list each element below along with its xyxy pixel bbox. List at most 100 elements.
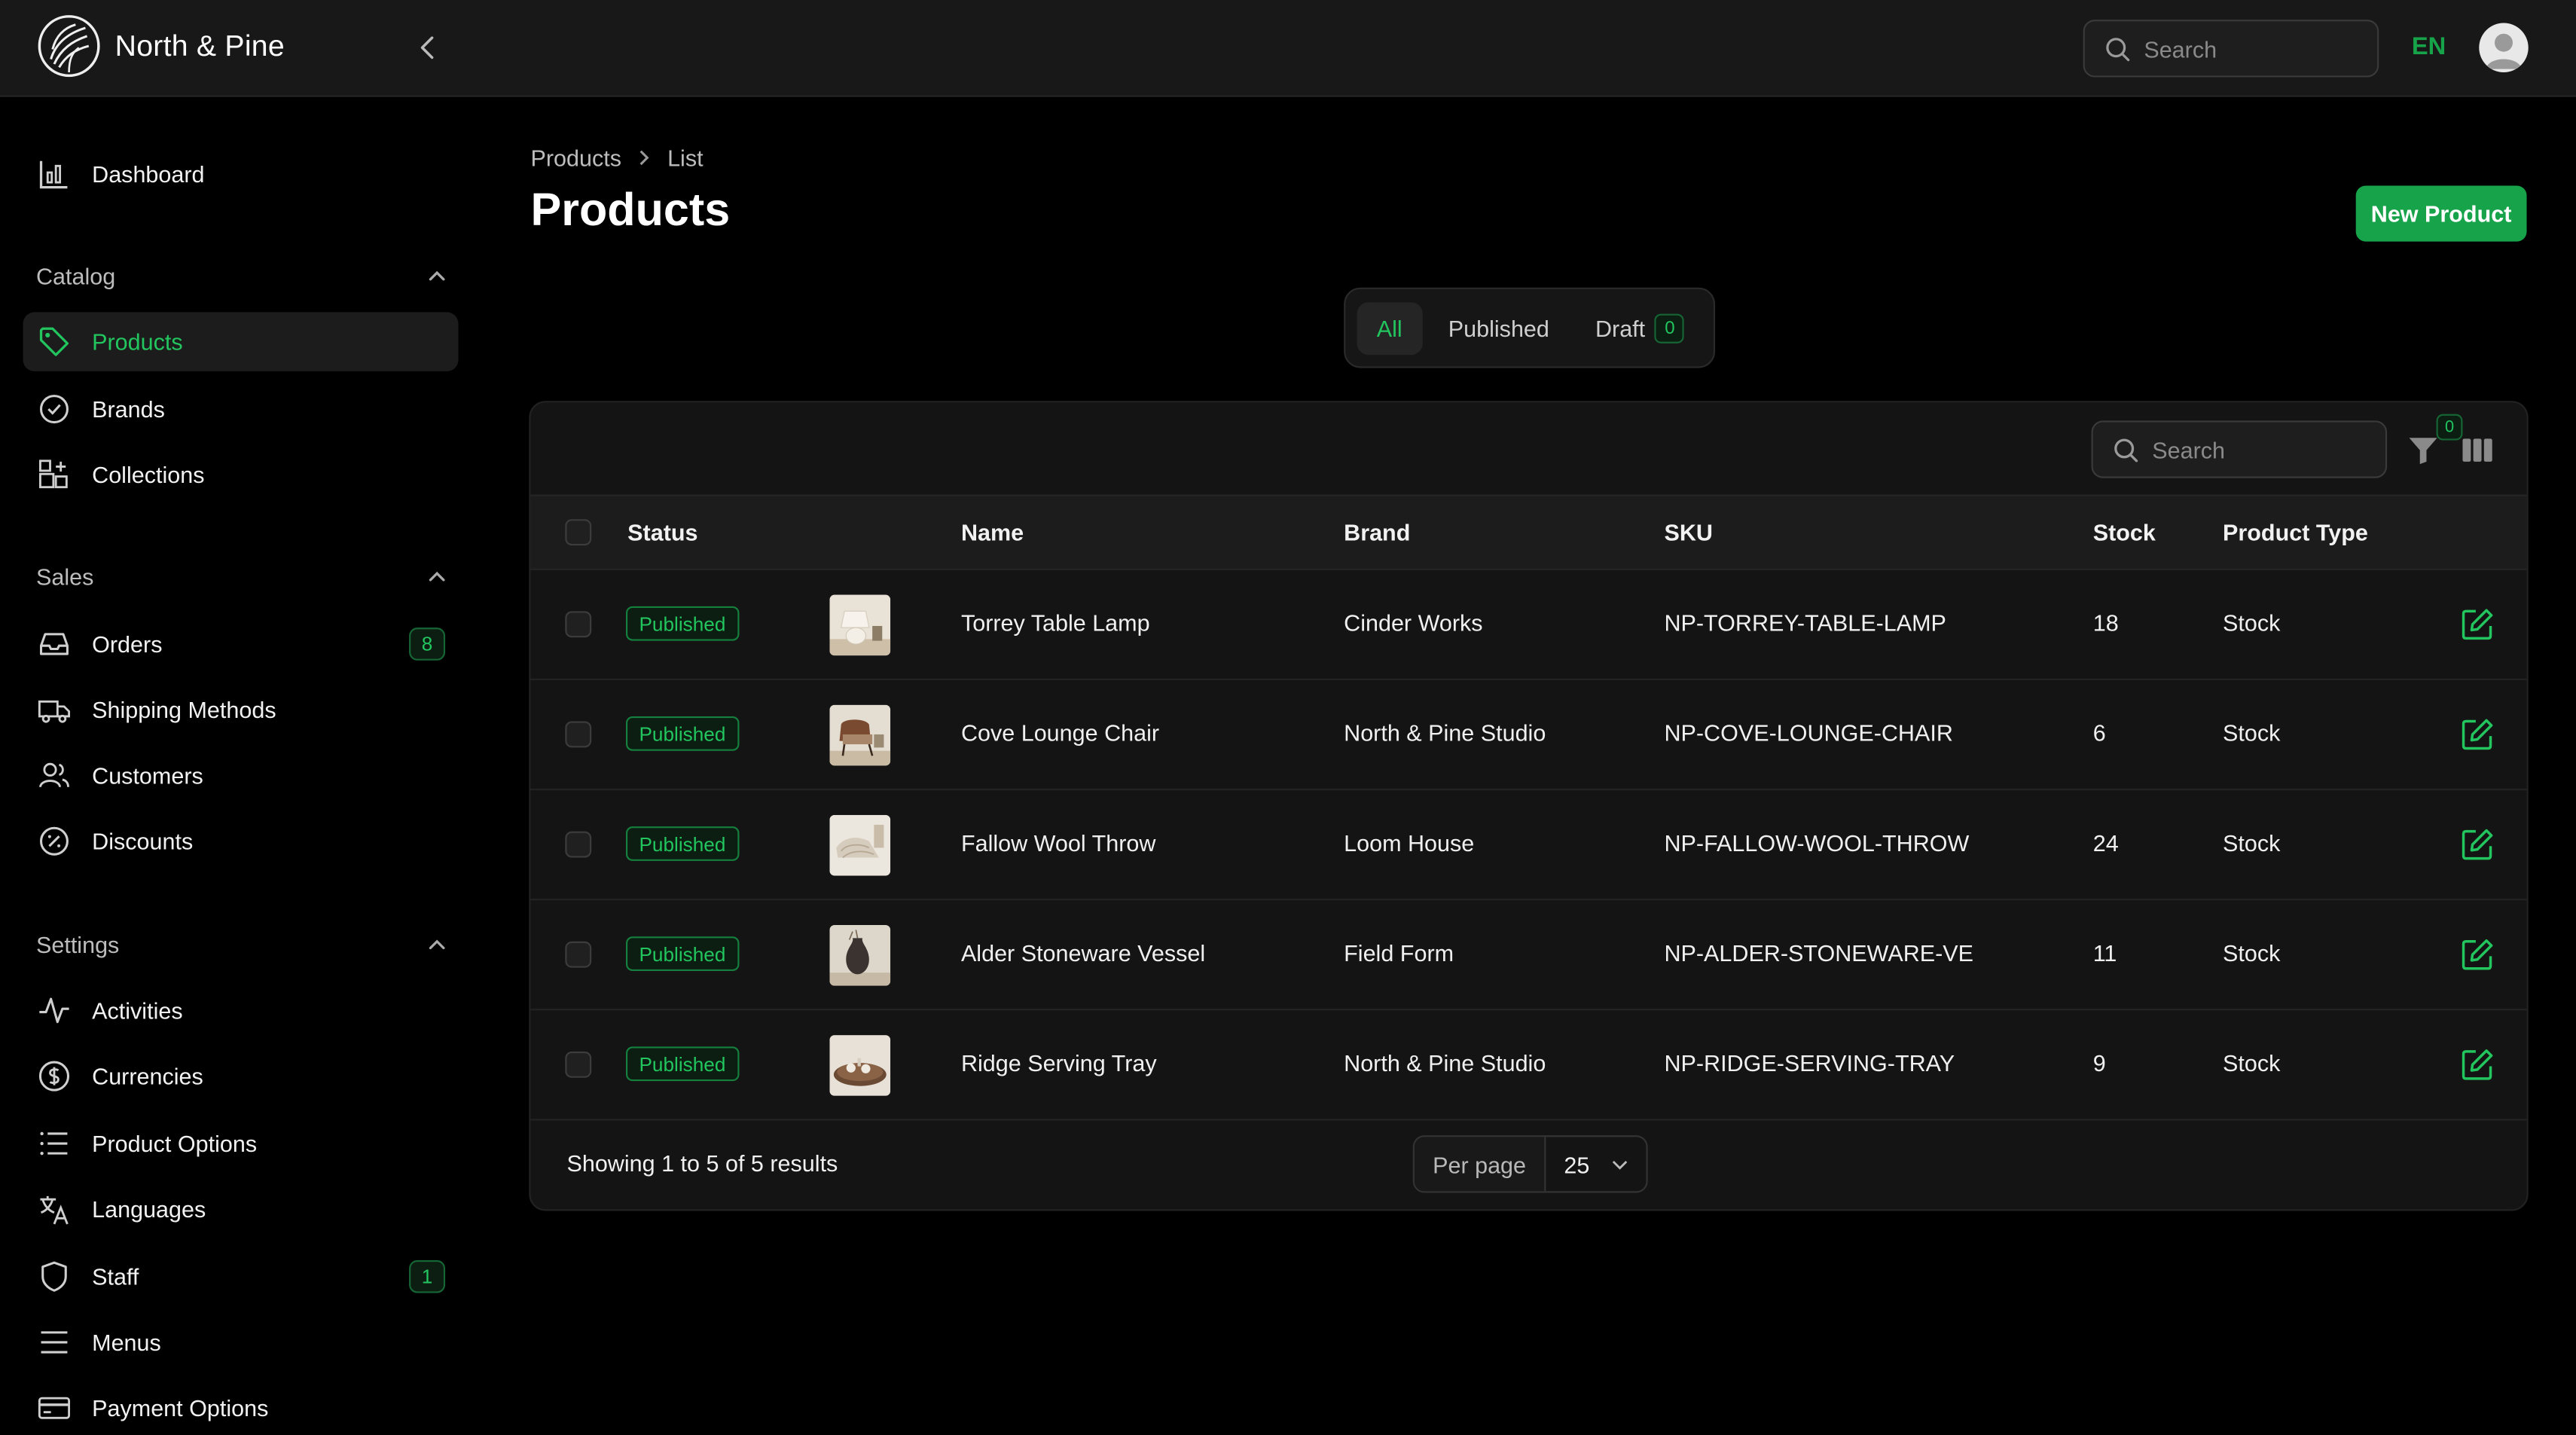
- brand[interactable]: North & Pine: [36, 13, 285, 78]
- orders-count-badge: 8: [409, 627, 446, 661]
- sidebar-item-label: Activities: [92, 997, 183, 1024]
- product-sku: NP-ALDER-STONEWARE-VE: [1664, 939, 1974, 966]
- group-settings-toggle[interactable]: Settings: [36, 928, 447, 961]
- staff-count-badge: 1: [409, 1259, 446, 1293]
- sidebar-item-orders[interactable]: Orders 8: [23, 615, 459, 674]
- edit-icon[interactable]: [2459, 936, 2495, 972]
- product-name[interactable]: Fallow Wool Throw: [961, 829, 1156, 856]
- product-type: Stock: [2223, 1049, 2281, 1076]
- status-badge: Published: [625, 606, 739, 641]
- edit-icon[interactable]: [2459, 606, 2495, 643]
- sidebar-item-languages[interactable]: Languages: [23, 1180, 459, 1239]
- product-name[interactable]: Torrey Table Lamp: [961, 609, 1150, 636]
- users-icon: [36, 757, 72, 793]
- sidebar-item-shipping-methods[interactable]: Shipping Methods: [23, 680, 459, 740]
- product-name[interactable]: Alder Stoneware Vessel: [961, 940, 1205, 966]
- sidebar-item-label: Menus: [92, 1329, 161, 1356]
- sidebar-item-payment-options[interactable]: Payment Options: [23, 1379, 459, 1435]
- columns-icon[interactable]: [2461, 434, 2494, 467]
- breadcrumb-products-link[interactable]: Products: [530, 145, 621, 171]
- product-sku: NP-COVE-LOUNGE-CHAIR: [1664, 719, 1953, 747]
- search-icon: [2114, 438, 2138, 462]
- sidebar-item-label: Brands: [92, 395, 165, 423]
- product-type: Stock: [2223, 609, 2281, 637]
- column-header-sku[interactable]: SKU: [1664, 519, 1712, 545]
- product-name[interactable]: Ridge Serving Tray: [961, 1050, 1157, 1076]
- row-checkbox[interactable]: [565, 611, 592, 638]
- edit-icon[interactable]: [2459, 1046, 2495, 1082]
- sidebar-item-discounts[interactable]: Discounts: [23, 811, 459, 871]
- product-thumbnail-chair: [829, 704, 891, 766]
- tab-draft[interactable]: Draft 0: [1576, 301, 1705, 354]
- per-page-selected: 25: [1564, 1150, 1590, 1177]
- status-tabs: All Published Draft 0: [1344, 287, 1716, 368]
- sidebar-item-product-options[interactable]: Product Options: [23, 1114, 459, 1174]
- sidebar-item-activities[interactable]: Activities: [23, 981, 459, 1040]
- filter-count-badge: 0: [2436, 414, 2463, 441]
- sidebar-item-label: Languages: [92, 1195, 206, 1223]
- sidebar-item-label: Collections: [92, 461, 205, 488]
- row-checkbox[interactable]: [565, 721, 592, 748]
- row-checkbox[interactable]: [565, 1051, 592, 1078]
- chevron-up-icon: [429, 939, 445, 950]
- tab-all[interactable]: All: [1357, 301, 1422, 355]
- product-stock: 24: [2092, 829, 2119, 856]
- table-row[interactable]: Published Cove Lounge Chair North & Pine…: [530, 680, 2527, 791]
- dollar-circle-icon: [36, 1058, 72, 1095]
- language-switcher[interactable]: EN: [2412, 33, 2446, 61]
- filter-icon[interactable]: [2407, 434, 2440, 467]
- global-search[interactable]: [2083, 20, 2379, 78]
- table-search-input[interactable]: [2152, 436, 2349, 463]
- column-header-stock[interactable]: Stock: [2093, 519, 2156, 545]
- product-thumbnail-tray: [829, 1035, 891, 1096]
- table-search[interactable]: [2091, 420, 2388, 478]
- sidebar-item-collections[interactable]: Collections: [23, 445, 459, 505]
- product-name[interactable]: Cove Lounge Chair: [961, 719, 1159, 746]
- row-checkbox[interactable]: [565, 941, 592, 968]
- language-icon: [36, 1191, 72, 1227]
- collapse-sidebar-button[interactable]: [411, 29, 444, 66]
- sidebar-item-currencies[interactable]: Currencies: [23, 1046, 459, 1106]
- brand-name: North & Pine: [114, 29, 285, 62]
- column-header-brand[interactable]: Brand: [1344, 519, 1410, 545]
- global-search-input[interactable]: [2144, 35, 2342, 62]
- group-catalog-toggle[interactable]: Catalog: [36, 260, 447, 293]
- new-product-button[interactable]: New Product: [2355, 185, 2527, 242]
- truck-icon: [36, 692, 72, 728]
- table-row[interactable]: Published Fallow Wool Throw Loom House N…: [530, 790, 2527, 901]
- product-thumbnail-lamp: [829, 594, 891, 656]
- select-all-checkbox[interactable]: [565, 519, 592, 546]
- column-header-name[interactable]: Name: [961, 519, 1024, 545]
- sidebar-item-label: Currencies: [92, 1063, 203, 1090]
- per-page-value[interactable]: 25: [1546, 1137, 1646, 1191]
- row-checkbox[interactable]: [565, 831, 592, 858]
- group-sales-toggle[interactable]: Sales: [36, 560, 447, 594]
- sidebar-item-label: Shipping Methods: [92, 696, 276, 723]
- product-brand: Cinder Works: [1344, 609, 1483, 637]
- group-title: Sales: [35, 563, 94, 591]
- avatar[interactable]: [2479, 23, 2529, 72]
- sidebar-item-brands[interactable]: Brands: [23, 380, 459, 439]
- sidebar-item-staff[interactable]: Staff 1: [23, 1247, 459, 1306]
- status-badge: Published: [625, 936, 739, 972]
- sidebar-item-menus[interactable]: Menus: [23, 1313, 459, 1372]
- sidebar-item-products[interactable]: Products: [23, 312, 459, 371]
- inbox-icon: [36, 626, 72, 662]
- table-row[interactable]: Published Torrey Table Lamp Cinder Works…: [530, 570, 2527, 680]
- table-row[interactable]: Published Alder Stoneware Vessel Field F…: [530, 900, 2527, 1011]
- sidebar-item-dashboard[interactable]: Dashboard: [23, 145, 459, 204]
- chevron-right-icon: [640, 150, 650, 166]
- per-page-select[interactable]: Per page 25: [1412, 1135, 1648, 1193]
- sidebar-item-customers[interactable]: Customers: [23, 746, 459, 805]
- product-brand: Loom House: [1344, 829, 1475, 856]
- product-sku: NP-FALLOW-WOOL-THROW: [1664, 829, 1970, 856]
- tag-icon: [36, 324, 72, 360]
- tab-label: All: [1376, 314, 1402, 341]
- user-avatar-icon: [2486, 33, 2522, 69]
- column-header-product-type[interactable]: Product Type: [2223, 519, 2368, 545]
- edit-icon[interactable]: [2459, 826, 2495, 863]
- tab-published[interactable]: Published: [1429, 301, 1569, 354]
- column-header-status[interactable]: Status: [627, 519, 697, 545]
- table-row[interactable]: Published Ridge Serving Tray North & Pin…: [530, 1010, 2527, 1121]
- edit-icon[interactable]: [2459, 716, 2495, 753]
